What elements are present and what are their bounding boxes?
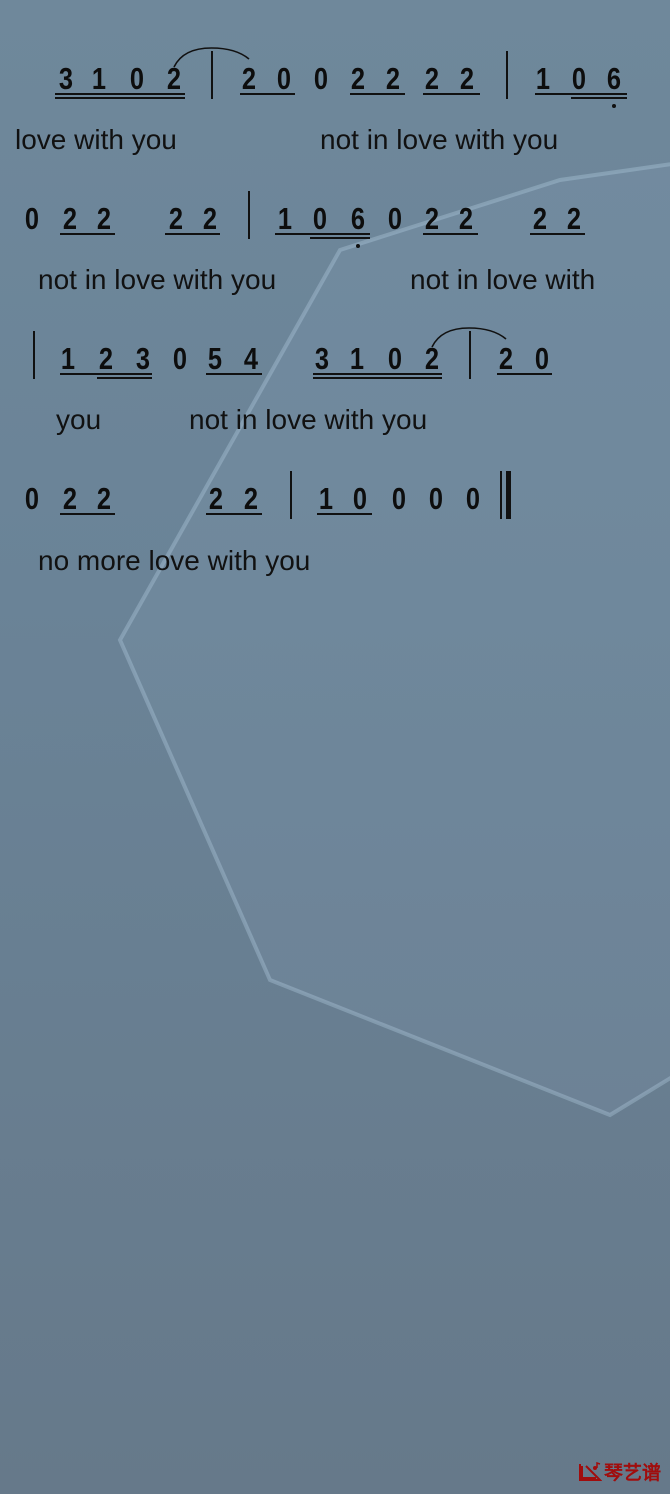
beam-underline bbox=[275, 233, 370, 235]
note: 2 bbox=[424, 201, 440, 236]
note: 2 bbox=[532, 201, 548, 236]
barline bbox=[290, 471, 292, 519]
note: 6 bbox=[606, 61, 622, 96]
note: 4 bbox=[243, 341, 259, 376]
note: 1 bbox=[349, 341, 365, 376]
beam-underline bbox=[60, 373, 152, 375]
note: 2 bbox=[96, 481, 112, 516]
note: 1 bbox=[535, 61, 551, 96]
note: 2 bbox=[202, 201, 218, 236]
note: 2 bbox=[385, 61, 401, 96]
final-barline-thick bbox=[506, 471, 511, 519]
beam-underline bbox=[423, 233, 478, 235]
beam-underline bbox=[571, 97, 627, 99]
note: 2 bbox=[168, 201, 184, 236]
note: 0 bbox=[172, 341, 188, 376]
watermark-logo: 琴艺谱 bbox=[578, 1458, 661, 1485]
piano-note-logo-icon bbox=[579, 1461, 602, 1481]
lyric-line: love with you bbox=[15, 124, 177, 155]
note: 2 bbox=[459, 61, 475, 96]
note: 0 bbox=[24, 481, 40, 516]
beam-underline bbox=[313, 373, 442, 375]
note: 3 bbox=[314, 341, 330, 376]
lyric-line: not in love with you bbox=[38, 264, 277, 295]
note: 0 bbox=[571, 61, 587, 96]
note: 2 bbox=[208, 481, 224, 516]
beam-underline bbox=[317, 513, 372, 515]
lyric-line: you bbox=[56, 404, 102, 435]
note: 0 bbox=[313, 61, 329, 96]
beam-underline bbox=[423, 93, 480, 95]
note: 2 bbox=[350, 61, 366, 96]
beam-underline bbox=[240, 93, 295, 95]
note: 0 bbox=[276, 61, 292, 96]
lyric-line: not in love with bbox=[410, 264, 596, 295]
note: 0 bbox=[312, 201, 328, 236]
note: 6 bbox=[350, 201, 366, 236]
note: 2 bbox=[62, 201, 78, 236]
note: 5 bbox=[207, 341, 223, 376]
beam-underline bbox=[313, 377, 442, 379]
beam-underline bbox=[60, 513, 115, 515]
note: 0 bbox=[534, 341, 550, 376]
note: 2 bbox=[424, 61, 440, 96]
note: 0 bbox=[387, 341, 403, 376]
note: 1 bbox=[60, 341, 76, 376]
note: 2 bbox=[96, 201, 112, 236]
low-octave-dot bbox=[612, 104, 616, 108]
lyric-line: not in love with you bbox=[189, 404, 428, 435]
barline bbox=[33, 331, 35, 379]
tie-slur bbox=[431, 327, 507, 348]
note: 0 bbox=[387, 201, 403, 236]
note: 0 bbox=[391, 481, 407, 516]
note: 2 bbox=[458, 201, 474, 236]
note: 3 bbox=[58, 61, 74, 96]
barline bbox=[506, 51, 508, 99]
note: 1 bbox=[277, 201, 293, 236]
note: 0 bbox=[24, 201, 40, 236]
beam-underline bbox=[535, 93, 627, 95]
note: 3 bbox=[135, 341, 151, 376]
note: 1 bbox=[91, 61, 107, 96]
final-barline-thin bbox=[500, 471, 502, 519]
beam-underline bbox=[165, 233, 220, 235]
barline bbox=[248, 191, 250, 239]
beam-underline bbox=[55, 93, 185, 95]
beam-underline bbox=[60, 233, 115, 235]
beam-underline bbox=[350, 93, 405, 95]
beam-underline bbox=[55, 97, 185, 99]
note: 2 bbox=[243, 481, 259, 516]
beam-underline bbox=[206, 513, 262, 515]
note: 0 bbox=[352, 481, 368, 516]
beam-underline bbox=[530, 233, 585, 235]
beam-underline bbox=[206, 373, 262, 375]
lyric-line: not in love with you bbox=[320, 124, 559, 155]
tie-slur bbox=[173, 47, 250, 68]
note: 0 bbox=[465, 481, 481, 516]
beam-underline bbox=[497, 373, 552, 375]
note: 2 bbox=[566, 201, 582, 236]
note: 1 bbox=[318, 481, 334, 516]
beam-underline bbox=[97, 377, 152, 379]
watermark-text: 琴艺谱 bbox=[604, 1463, 662, 1484]
note: 0 bbox=[129, 61, 145, 96]
beam-underline bbox=[310, 237, 370, 239]
note: 2 bbox=[62, 481, 78, 516]
note: 2 bbox=[98, 341, 114, 376]
note: 0 bbox=[428, 481, 444, 516]
low-octave-dot bbox=[356, 244, 360, 248]
lyric-line: no more love with you bbox=[38, 545, 311, 576]
